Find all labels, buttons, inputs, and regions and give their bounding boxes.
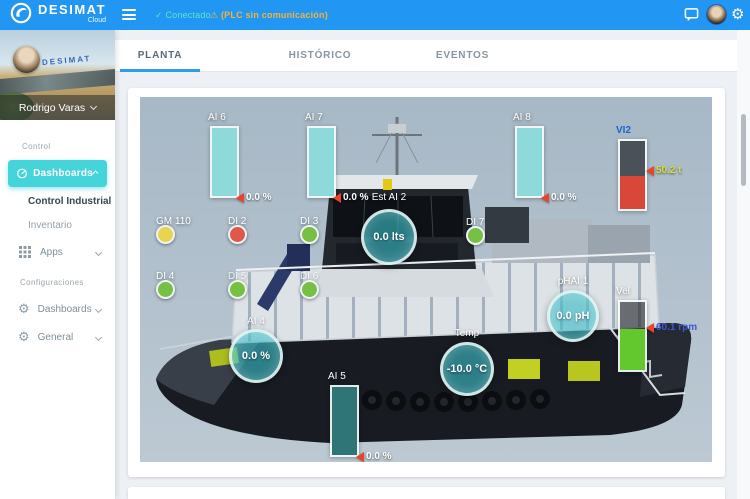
scrollbar-thumb[interactable] bbox=[741, 114, 746, 186]
sidebar-item-label: Control Industrial bbox=[28, 196, 111, 207]
led-dot bbox=[156, 225, 175, 244]
led-gm110[interactable]: GM 110 bbox=[156, 225, 175, 244]
sidebar-item-inventario[interactable]: Inventario bbox=[0, 220, 115, 231]
tab-eventos[interactable]: EVENTOS bbox=[415, 40, 510, 71]
led-dot bbox=[466, 226, 485, 245]
building-photo bbox=[0, 69, 115, 95]
led-di7[interactable]: DI 7 bbox=[466, 226, 485, 245]
user-menu[interactable]: Rodrigo Varas bbox=[0, 95, 115, 120]
marker-icon bbox=[646, 323, 654, 333]
dial-value: 0.0 % bbox=[242, 350, 270, 362]
led-di5[interactable]: DI 5 bbox=[228, 280, 247, 299]
status-connected: ✓ Conectado bbox=[155, 10, 211, 21]
dashboard-icon bbox=[17, 167, 27, 180]
scrollbar-track[interactable] bbox=[737, 30, 750, 499]
menu-hamburger-icon[interactable] bbox=[122, 9, 136, 20]
sidebar-item-general[interactable]: ⚙ General bbox=[0, 330, 115, 345]
gear-icon: ⚙ bbox=[18, 302, 30, 317]
gauge-ai6[interactable]: AI 6 0.0 % bbox=[210, 126, 239, 198]
chevron-down-icon bbox=[95, 306, 102, 313]
marker-icon bbox=[541, 193, 549, 203]
next-card-edge bbox=[128, 487, 725, 499]
sidebar-item-label: Apps bbox=[40, 247, 63, 258]
led-di6[interactable]: DI 6 bbox=[300, 280, 319, 299]
marker-icon bbox=[356, 452, 364, 462]
marker-icon bbox=[236, 193, 244, 203]
sidebar: DESIMAT Rodrigo Varas Control Dashboards… bbox=[0, 30, 115, 499]
sidebar-item-dashboards[interactable]: Dashboards bbox=[8, 160, 107, 187]
dial-ai4[interactable]: AI 4 0.0 % bbox=[229, 329, 283, 383]
chevron-down-icon bbox=[95, 334, 102, 341]
user-name: Rodrigo Varas bbox=[19, 102, 85, 114]
led-dot bbox=[156, 280, 175, 299]
led-dot bbox=[228, 225, 247, 244]
sidebar-item-label: Inventario bbox=[28, 220, 72, 231]
tab-bar: PLANTA HISTÓRICO EVENTOS bbox=[115, 40, 750, 72]
top-navbar: DESIMAT Cloud ✓ Conectado ⚠ (PLC sin com… bbox=[0, 0, 750, 30]
dial-value: 0.0 lts bbox=[373, 231, 404, 243]
marker-icon bbox=[333, 193, 341, 203]
chat-icon[interactable] bbox=[684, 7, 699, 22]
gear-icon: ⚙ bbox=[18, 330, 30, 345]
gauge-vel[interactable]: Vel 60.1 rpm bbox=[618, 300, 647, 372]
desimat-logo-icon bbox=[10, 2, 32, 24]
sidebar-item-apps[interactable]: Apps bbox=[0, 246, 115, 258]
dial-value: 0.0 pH bbox=[556, 310, 589, 322]
led-dot bbox=[228, 280, 247, 299]
gauge-ai8[interactable]: AI 8 0.0 % bbox=[515, 126, 544, 198]
dial-est-ai2[interactable]: Est AI 2 0.0 lts bbox=[361, 209, 417, 265]
section-label-control: Control bbox=[22, 142, 51, 151]
sidebar-item-label: Dashboards bbox=[38, 304, 92, 315]
brand-logo-block[interactable]: DESIMAT Cloud bbox=[10, 2, 106, 24]
desimat-cloud-app: DESIMAT Cloud ✓ Conectado ⚠ (PLC sin com… bbox=[0, 0, 750, 499]
building-signage-text: DESIMAT bbox=[42, 54, 92, 67]
brand-subtitle: Cloud bbox=[38, 17, 106, 24]
sidebar-item-label: Dashboards bbox=[33, 168, 93, 179]
tab-planta[interactable]: PLANTA bbox=[120, 40, 200, 71]
status-plc-warning: ⚠ (PLC sin comunicación) bbox=[210, 10, 328, 21]
led-dot bbox=[300, 225, 319, 244]
dial-temp[interactable]: Temp -10.0 °C bbox=[440, 342, 494, 396]
tab-historico[interactable]: HISTÓRICO bbox=[270, 40, 370, 71]
led-di2[interactable]: DI 2 bbox=[228, 225, 247, 244]
dial-phai1[interactable]: pHAI 1 0.0 pH bbox=[547, 290, 599, 342]
user-avatar[interactable] bbox=[706, 4, 727, 25]
sidebar-item-label: General bbox=[38, 332, 74, 343]
dial-value: -10.0 °C bbox=[447, 363, 487, 375]
gauge-ai7[interactable]: AI 7 0.0 % bbox=[307, 126, 336, 198]
gauge-vi2[interactable]: VI2 50.2 t bbox=[618, 139, 647, 211]
settings-gear-icon[interactable]: ⚙ bbox=[731, 5, 744, 23]
apps-grid-icon bbox=[19, 246, 31, 258]
profile-header: DESIMAT Rodrigo Varas bbox=[0, 30, 115, 120]
led-di3[interactable]: DI 3 bbox=[300, 225, 319, 244]
brand-name: DESIMAT bbox=[38, 3, 106, 16]
sidebar-item-control-industrial[interactable]: Control Industrial bbox=[0, 196, 115, 207]
chevron-down-icon bbox=[90, 103, 97, 110]
led-di4[interactable]: DI 4 bbox=[156, 280, 175, 299]
plant-visualization: AI 6 0.0 % AI 7 0.0 % AI 8 0.0 % VI2 50.… bbox=[140, 97, 712, 462]
section-label-config: Configuraciones bbox=[20, 278, 84, 287]
led-dot bbox=[300, 280, 319, 299]
profile-avatar[interactable] bbox=[13, 46, 40, 73]
check-icon: ✓ bbox=[155, 10, 163, 20]
sidebar-item-config-dashboards[interactable]: ⚙ Dashboards bbox=[0, 302, 115, 317]
gauge-ai5[interactable]: AI 5 0.0 % bbox=[330, 385, 359, 457]
marker-icon bbox=[646, 166, 654, 176]
chevron-down-icon bbox=[95, 248, 102, 255]
warning-icon: ⚠ bbox=[210, 10, 218, 20]
